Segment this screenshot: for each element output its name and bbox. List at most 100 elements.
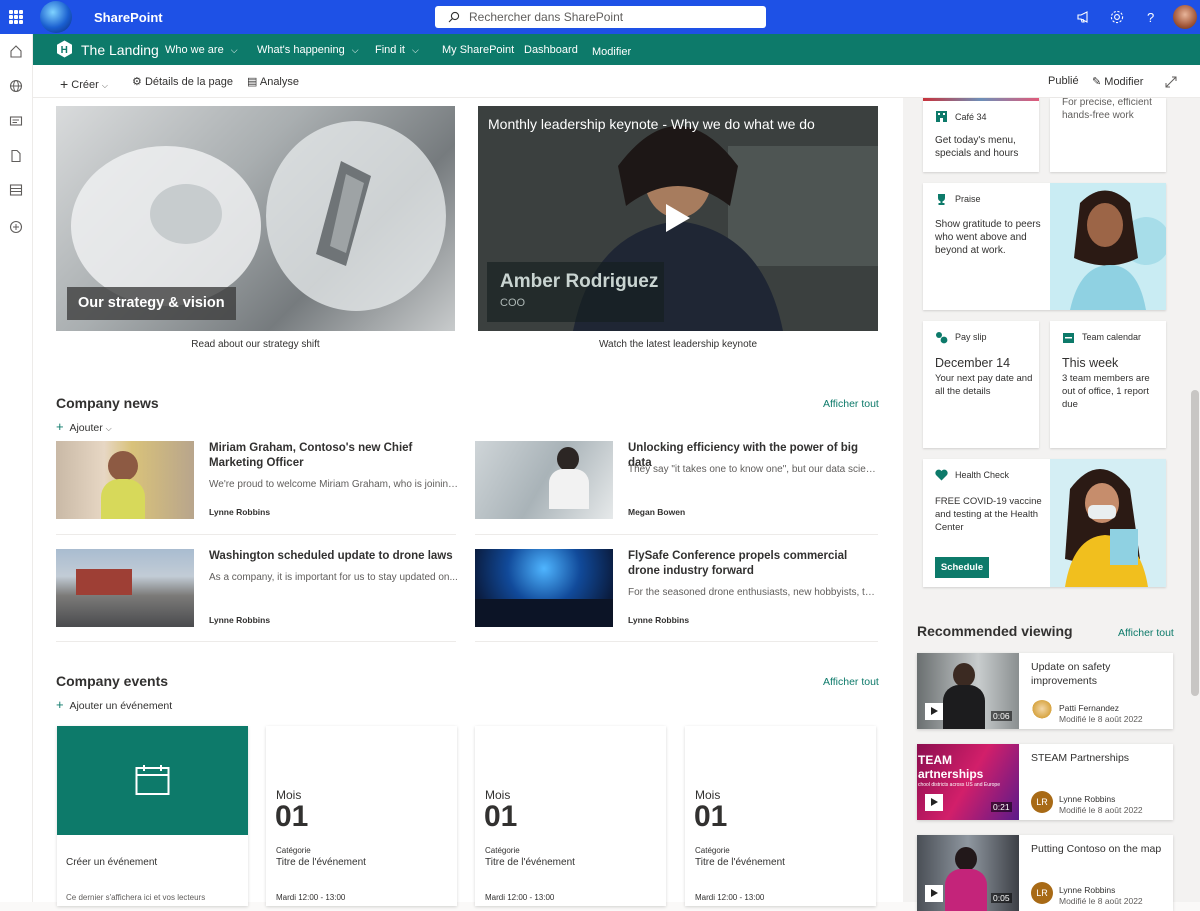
play-icon[interactable]: [925, 703, 943, 720]
video-duration: 0:21: [991, 802, 1012, 812]
app-name[interactable]: SharePoint: [94, 10, 163, 25]
video-item[interactable]: TEAM artnerships chool districts across …: [917, 744, 1173, 820]
card-title: Pay slip: [955, 332, 987, 342]
main-content: Our strategy & vision Read about our str…: [33, 98, 903, 906]
video-author: Lynne Robbins: [1059, 794, 1116, 804]
video-title: Putting Contoso on the map: [1031, 843, 1162, 855]
news-item[interactable]: Washington scheduled update to drone law…: [56, 549, 459, 629]
video-item[interactable]: 0:05 Putting Contoso on the map LR Lynne…: [917, 835, 1173, 911]
event-card[interactable]: Mois 01 Catégorie Titre de l'événement M…: [685, 726, 876, 906]
edit-button[interactable]: ✎ Modifier: [1092, 75, 1143, 88]
event-day: 01: [275, 800, 309, 833]
nav-my-sharepoint[interactable]: My SharePoint: [442, 44, 514, 56]
speaker-name: Amber Rodriguez: [500, 271, 659, 292]
play-icon[interactable]: [925, 885, 943, 902]
event-card[interactable]: Mois 01 Catégorie Titre de l'événement M…: [475, 726, 666, 906]
praise-card[interactable]: Praise Show gratitude to peers who went …: [923, 183, 1166, 310]
app-launcher-icon[interactable]: [9, 10, 23, 24]
events-see-all-link[interactable]: Afficher tout: [823, 676, 879, 688]
svg-text:?: ?: [1147, 10, 1154, 25]
recommended-title: Recommended viewing: [917, 623, 1073, 639]
create-event-card[interactable]: Créer un événement Ce dernier s'afficher…: [57, 726, 248, 906]
thumbnail-text: TEAM artnerships: [918, 753, 984, 781]
news-title[interactable]: FlySafe Conference propels commercial dr…: [628, 549, 878, 579]
hero-keynote-video[interactable]: Monthly leadership keynote - Why we do w…: [478, 106, 878, 331]
add-event-button[interactable]: + Ajouter un événement: [56, 697, 172, 712]
payslip-card[interactable]: Pay slip December 14 Your next pay date …: [923, 321, 1039, 448]
add-news-button[interactable]: + Ajouter ⌵: [56, 419, 112, 434]
video-duration: 0:06: [991, 711, 1012, 721]
hub-title[interactable]: The Landing: [81, 42, 159, 58]
search-placeholder: Rechercher dans SharePoint: [469, 10, 624, 24]
nav-who-we-are[interactable]: Who we are ⌵: [165, 44, 238, 56]
building-icon: [936, 111, 947, 122]
right-pane: Café 34 Get today's menu, specials and h…: [903, 98, 1200, 911]
create-icon[interactable]: [9, 220, 23, 234]
news-item[interactable]: Unlocking efficiency with the power of b…: [475, 441, 878, 521]
chevron-down-icon: ⌵: [411, 45, 419, 55]
home-icon[interactable]: [9, 44, 23, 58]
praise-illustration: [1050, 183, 1166, 310]
event-card[interactable]: Mois 01 Catégorie Titre de l'événement M…: [266, 726, 457, 906]
nav-whats-happening[interactable]: What's happening ⌵: [257, 44, 359, 56]
globe-icon[interactable]: [9, 79, 23, 93]
expand-icon[interactable]: [1165, 76, 1177, 88]
suite-bar: SharePoint Rechercher dans SharePoint ?: [0, 0, 1200, 34]
news-thumbnail: [56, 549, 194, 627]
video-item[interactable]: 0:06 Update on safety improvements Patti…: [917, 653, 1173, 729]
card-body: Your next pay date and all the details: [935, 373, 1033, 397]
video-author: Lynne Robbins: [1059, 885, 1116, 895]
event-day: 01: [694, 800, 728, 833]
page-details-button[interactable]: ⚙ Détails de la page: [132, 75, 233, 88]
event-category: Catégorie: [695, 846, 730, 855]
news-item[interactable]: FlySafe Conference propels commercial dr…: [475, 549, 878, 629]
hero-strategy[interactable]: Our strategy & vision: [56, 106, 455, 331]
hub-logo-icon[interactable]: H: [56, 40, 73, 58]
news-item[interactable]: Miriam Graham, Contoso's new Chief Marke…: [56, 441, 459, 521]
card-body: 3 team members are out of office, 1 repo…: [1062, 373, 1150, 410]
analytics-button[interactable]: ▤ Analyse: [247, 75, 299, 88]
news-author: Lynne Robbins: [209, 507, 271, 517]
video-title: Update on safety improvements: [1031, 661, 1111, 687]
event-category: Catégorie: [276, 846, 311, 855]
card-image-strip: [923, 98, 1039, 101]
chevron-down-icon: ⌵: [101, 81, 108, 90]
search-input[interactable]: Rechercher dans SharePoint: [435, 6, 766, 28]
list-icon[interactable]: [9, 183, 23, 197]
news-title[interactable]: Washington scheduled update to drone law…: [209, 549, 459, 564]
megaphone-icon[interactable]: [1076, 9, 1092, 25]
nav-edit[interactable]: Modifier: [592, 46, 631, 58]
nav-find-it[interactable]: Find it ⌵: [375, 44, 419, 56]
scrollbar-thumb[interactable]: [1191, 390, 1199, 696]
health-check-card[interactable]: Health Check FREE COVID-19 vaccine and t…: [923, 459, 1166, 587]
play-icon[interactable]: [666, 204, 690, 232]
create-event-description: Ce dernier s'affichera ici et vos lecteu…: [66, 893, 206, 902]
handsfree-card[interactable]: For precise, efficient hands-free work: [1050, 98, 1166, 172]
document-icon[interactable]: [9, 149, 23, 163]
hero-overlay-title: Our strategy & vision: [67, 287, 236, 320]
avatar[interactable]: [1173, 5, 1197, 29]
news-title[interactable]: Miriam Graham, Contoso's new Chief Marke…: [209, 441, 459, 471]
play-icon[interactable]: [925, 794, 943, 811]
schedule-button[interactable]: Schedule: [935, 557, 989, 578]
org-logo[interactable]: [40, 1, 72, 33]
heart-icon: [935, 469, 948, 481]
news-icon[interactable]: [9, 114, 23, 128]
team-calendar-card[interactable]: Team calendar This week 3 team members a…: [1050, 321, 1166, 448]
event-title: Titre de l'événement: [485, 857, 575, 868]
calendar-icon: [1063, 333, 1074, 343]
cafe-card[interactable]: Café 34 Get today's menu, specials and h…: [923, 98, 1039, 172]
gear-icon[interactable]: [1109, 9, 1125, 25]
calendar-icon: [135, 765, 170, 795]
create-button[interactable]: + Créer ⌵: [60, 75, 108, 92]
news-see-all-link[interactable]: Afficher tout: [823, 398, 879, 410]
card-body: Get today's menu, specials and hours: [935, 135, 1019, 159]
video-modified: Modifié le 8 août 2022: [1059, 714, 1143, 724]
help-icon[interactable]: ?: [1143, 9, 1159, 25]
news-thumbnail: [56, 441, 194, 519]
recommended-see-all-link[interactable]: Afficher tout: [1118, 627, 1174, 639]
event-day: 01: [484, 800, 518, 833]
nav-dashboard[interactable]: Dashboard: [524, 44, 578, 56]
avatar: [1031, 700, 1053, 722]
status-badge: Publié: [1048, 75, 1079, 87]
